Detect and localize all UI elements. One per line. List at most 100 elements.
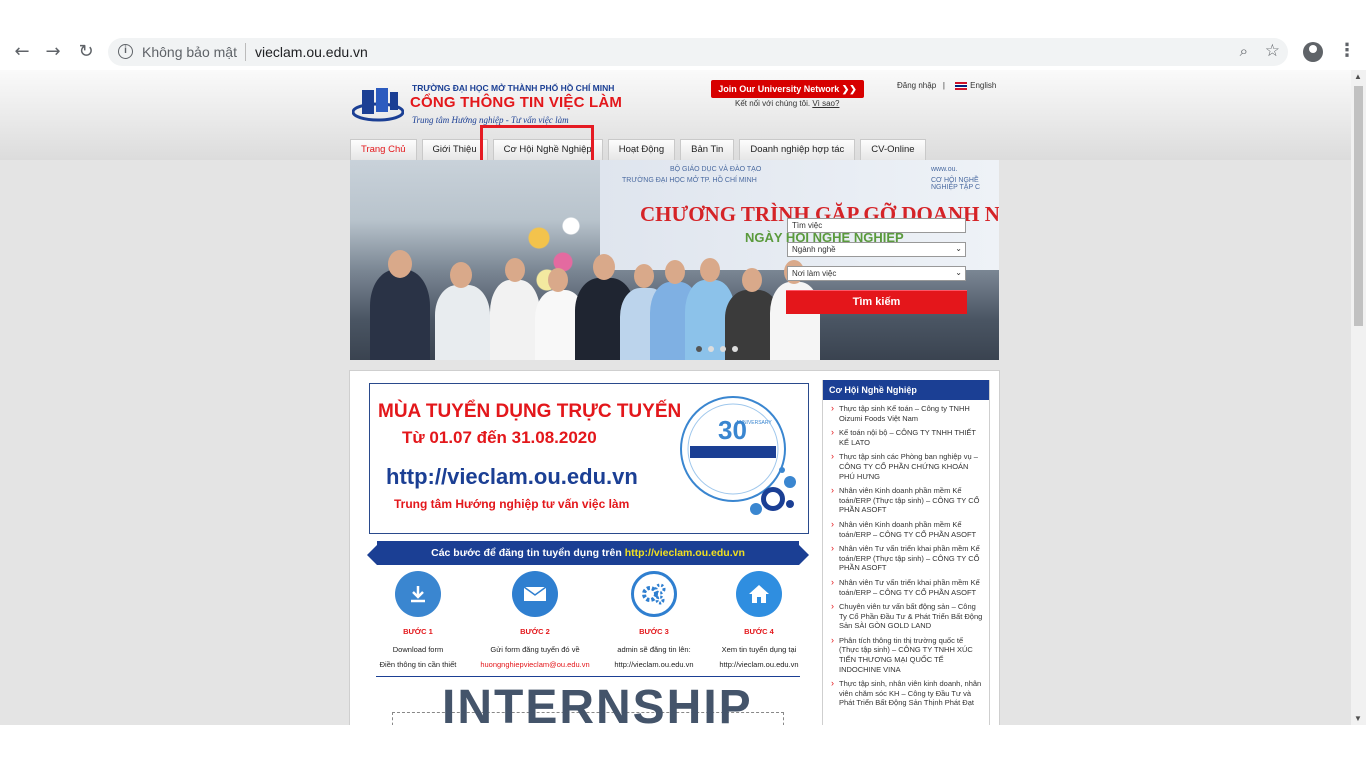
uk-flag-icon [955,81,968,90]
job-link[interactable]: Thực tập sinh Kế toán – Công ty TNHH Oiz… [831,404,983,423]
tab-cv-online[interactable]: CV-Online [860,139,926,160]
browser-toolbar: ← → ↻ i Không bảo mật vieclam.ou.edu.vn … [0,0,1366,70]
keyword-search-input[interactable]: Tìm việc [787,218,966,233]
job-link[interactable]: Nhân viên Tư vấn triển khai phần mềm Kế … [831,578,983,597]
english-link[interactable]: English [970,81,996,90]
account-links: Đăng nhập | English [897,81,996,90]
job-link[interactable]: Thực tập sinh, nhân viên kinh doanh, nhâ… [831,679,983,708]
job-link[interactable]: Kế toán nội bộ – CÔNG TY TNHH THIẾT KẾ L… [831,428,983,447]
step-1: BƯỚC 1 Download form Điền thông tin cần … [363,571,473,669]
step-email[interactable]: huongnghiepvieclam@ou.edu.vn [480,660,590,669]
steps-ribbon: Các bước để đăng tin tuyển dụng trên htt… [367,541,809,565]
carousel-dot[interactable] [708,346,714,352]
page-scrollbar[interactable]: ▲ ▼ [1351,70,1366,725]
carousel-dot[interactable] [732,346,738,352]
search-button[interactable]: Tìm kiếm [786,290,967,314]
back-icon[interactable]: ← [12,42,32,62]
university-logo-icon [352,88,404,122]
promo-dates: Từ 01.07 đến 31.08.2020 [402,428,597,447]
chevron-down-icon: ⌄ [955,268,962,277]
link-separator: | [942,81,945,90]
industry-select-value: Ngành nghề [792,245,836,254]
job-link[interactable]: Nhân viên Tư vấn triển khai phần mềm Kế … [831,544,983,573]
step-description: Download form [392,645,444,654]
logo-tagline: Trung tâm Hướng nghiệp - Tư vấn việc làm [412,115,569,125]
url-text[interactable]: vieclam.ou.edu.vn [255,44,368,60]
chevron-down-icon: ⌄ [955,244,962,253]
promo-headline: MÙA TUYỂN DỤNG TRỰC TUYẾN [378,401,682,422]
forward-icon[interactable]: → [43,42,63,62]
step-label: BƯỚC 3 [639,627,669,636]
tab-partner-companies[interactable]: Doanh nghiệp hợp tác [739,139,856,160]
recruitment-promo[interactable]: MÙA TUYỂN DỤNG TRỰC TUYẾN Từ 01.07 đến 3… [369,383,809,534]
reload-icon[interactable]: ↻ [76,42,96,62]
join-network-button[interactable]: Join Our University Network ❯❯ [711,80,864,98]
hero-banner: BỘ GIÁO DỤC VÀ ĐÀO TẠO TRƯỜNG ĐẠI HỌC MỞ… [350,160,999,360]
scroll-up-icon[interactable]: ▲ [1354,72,1362,81]
promo-url: http://vieclam.ou.edu.vn [386,464,638,489]
home-icon[interactable] [736,571,782,617]
job-link[interactable]: Phân tích thông tin thị trường quốc tế (… [831,636,983,674]
login-link[interactable]: Đăng nhập [897,81,936,90]
tab-home[interactable]: Trang Chủ [350,139,417,160]
scroll-down-icon[interactable]: ▼ [1354,714,1362,723]
web-page: TRƯỜNG ĐẠI HỌC MỞ THÀNH PHỐ HỒ CHÍ MINH … [0,70,1351,725]
security-label[interactable]: Không bảo mật [142,44,237,60]
info-icon[interactable]: i [118,44,133,59]
internship-banner[interactable]: INTERNSHIP [368,680,808,725]
anniversary-logo-icon: 30 ANNIVERSARY [680,396,796,515]
logo-university-name: TRƯỜNG ĐẠI HỌC MỞ THÀNH PHỐ HỒ CHÍ MINH [412,83,615,93]
download-icon[interactable] [395,571,441,617]
why-link[interactable]: Vì sao? [812,99,839,108]
gears-icon[interactable] [631,571,677,617]
carousel-dot[interactable] [696,346,702,352]
main-navigation: Trang Chủ Giới Thiệu Cơ Hội Nghề Nghiệp … [350,139,931,160]
banner-opportunity: CƠ HỘI NGHỀ NGHIỆP TẬP C [931,177,981,191]
step-detail: http://vieclam.ou.edu.vn [719,660,799,669]
location-select[interactable]: Nơi làm việc ⌄ [787,266,966,281]
step-detail: Điền thông tin cần thiết [379,660,457,669]
step-description: Gửi form đăng tuyển đó về [490,645,580,654]
step-label: BƯỚC 2 [520,627,550,636]
step-description: admin sẽ đăng tin lên: [617,645,691,654]
tab-about[interactable]: Giới Thiệu [421,139,488,160]
connect-text: Kết nối với chúng tôi. Vì sao? [735,99,839,108]
zoom-icon[interactable]: ⌕ [1240,42,1248,60]
carousel-dot[interactable] [720,346,726,352]
banner-org-ministry: BỘ GIÁO DỤC VÀ ĐÀO TẠO [670,166,762,173]
location-select-value: Nơi làm việc [792,269,837,278]
connect-label: Kết nối với chúng tôi. [735,99,811,108]
address-separator [245,43,246,61]
scrollbar-thumb[interactable] [1354,86,1363,326]
job-link[interactable]: Nhân viên Kinh doanh phần mềm Kế toán/ER… [831,486,983,515]
sidebar-title[interactable]: Cơ Hội Nghề Nghiệp [823,380,989,400]
profile-avatar-icon[interactable] [1303,42,1323,62]
banner-org-university: TRƯỜNG ĐẠI HỌC MỞ TP. HỒ CHÍ MINH [622,177,757,184]
tab-news[interactable]: Bản Tin [680,139,735,160]
step-description: Xem tin tuyển dụng tại [721,645,797,654]
ribbon-text: Các bước để đăng tin tuyển dụng trên [431,547,622,559]
step-label: BƯỚC 4 [744,627,774,636]
step-4: BƯỚC 4 Xem tin tuyển dụng tại http://vie… [704,571,814,669]
carousel-indicators [696,346,738,352]
industry-select[interactable]: Ngành nghề ⌄ [787,242,966,257]
promo-center: Trung tâm Hướng nghiệp tư vấn việc làm [394,497,630,511]
envelope-icon[interactable] [512,571,558,617]
job-link[interactable]: Thực tập sinh các Phòng ban nghiệp vụ – … [831,452,983,481]
tab-activities[interactable]: Hoạt Động [607,139,676,160]
logo-portal-name: CỔNG THÔNG TIN VIỆC LÀM [410,94,623,111]
step-detail: http://vieclam.ou.edu.vn [614,660,694,669]
step-2: BƯỚC 2 Gửi form đăng tuyển đó về huongng… [480,571,590,669]
job-link[interactable]: Nhân viên Kinh doanh phần mềm Kế toán/ER… [831,520,983,539]
step-3: BƯỚC 3 admin sẽ đăng tin lên: http://vie… [599,571,709,669]
banner-web: www.ou. [931,166,958,173]
bookmark-star-icon[interactable]: ☆ [1265,41,1280,61]
site-logo[interactable]: TRƯỜNG ĐẠI HỌC MỞ THÀNH PHỐ HỒ CHÍ MINH … [350,82,622,128]
job-list: Thực tập sinh Kế toán – Công ty TNHH Oiz… [823,400,989,708]
browser-menu-icon[interactable]: ⋮ [1338,40,1356,61]
step-label: BƯỚC 1 [403,627,433,636]
anniversary-word: ANNIVERSARY [736,420,772,426]
address-bar[interactable]: i Không bảo mật vieclam.ou.edu.vn ⌕ ☆ [108,38,1288,66]
ribbon-url[interactable]: http://vieclam.ou.edu.vn [625,547,745,559]
job-link[interactable]: Chuyên viên tư vấn bất động sản – Công T… [831,602,983,631]
